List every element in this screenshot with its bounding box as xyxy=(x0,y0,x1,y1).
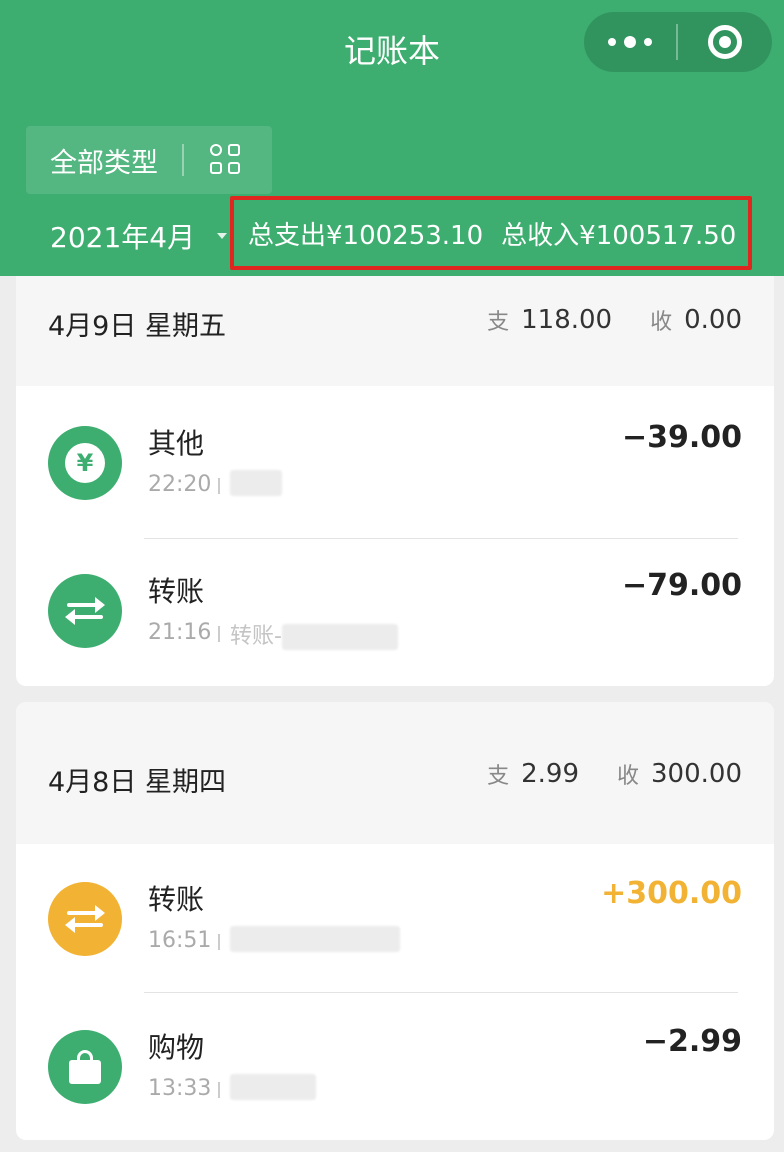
yen-icon: ¥ xyxy=(48,426,122,500)
day-income: 300.00 xyxy=(651,759,742,789)
income-tag: 收 xyxy=(617,764,640,789)
type-filter-button[interactable]: 全部类型 xyxy=(26,126,272,194)
expense-tag: 支 xyxy=(487,764,510,789)
record-amount: +300.00 xyxy=(601,876,742,911)
total-income: 总收入¥100517.50 xyxy=(501,220,737,251)
transfer-icon xyxy=(48,574,122,648)
record-category: 购物 xyxy=(148,1031,205,1064)
day-totals: 支 118.00 收 0.00 xyxy=(487,304,742,336)
record-category: 其他 xyxy=(148,427,205,460)
record-note xyxy=(230,1074,316,1104)
record-time: 21:16 xyxy=(148,620,212,645)
month-label: 2021年4月 xyxy=(50,221,196,254)
record-time: 16:51 xyxy=(148,928,212,953)
record-row[interactable]: 购物 13:33 −2.99 xyxy=(16,1002,774,1132)
month-summary: 总支出¥100253.10 总收入¥100517.50 xyxy=(230,196,752,270)
total-expense: 总支出¥100253.10 xyxy=(248,220,484,251)
miniprogram-capsule xyxy=(584,12,772,72)
record-category: 转账 xyxy=(148,883,205,916)
filter-divider xyxy=(182,144,184,176)
day-income: 0.00 xyxy=(684,305,742,335)
shopping-bag-icon xyxy=(48,1030,122,1104)
more-dots-icon xyxy=(608,38,616,46)
day-card: 4月9日 星期五 支 118.00 收 0.00 ¥ 其他 22:20 −39.… xyxy=(16,276,774,686)
record-row[interactable]: 转账 21:16 转账- −79.00 xyxy=(16,546,774,676)
record-amount: −39.00 xyxy=(621,420,742,455)
day-card: 4月8日 星期四 支 2.99 收 300.00 转账 16:51 +300.0… xyxy=(16,702,774,1140)
note-separator xyxy=(218,934,220,950)
note-separator xyxy=(218,1082,220,1098)
record-row[interactable]: ¥ 其他 22:20 −39.00 xyxy=(16,398,774,528)
record-note xyxy=(230,470,282,500)
note-separator xyxy=(218,626,220,642)
day-header: 4月8日 星期四 支 2.99 收 300.00 xyxy=(16,702,774,844)
record-note xyxy=(230,926,400,956)
row-divider xyxy=(144,992,738,993)
day-date: 4月8日 星期四 xyxy=(48,767,226,798)
day-header: 4月9日 星期五 支 118.00 收 0.00 xyxy=(16,276,774,386)
month-picker[interactable]: 2021年4月 xyxy=(50,214,228,258)
record-row[interactable]: 转账 16:51 +300.00 xyxy=(16,854,774,984)
record-time: 13:33 xyxy=(148,1076,212,1101)
type-filter-label: 全部类型 xyxy=(50,147,158,179)
more-dots-icon-center xyxy=(624,36,636,48)
day-expense: 2.99 xyxy=(521,759,579,789)
expense-tag: 支 xyxy=(487,310,510,335)
app-header: 记账本 全部类型 2021年4月 总支出¥100253.10 总收入¥10051… xyxy=(0,0,784,276)
note-separator xyxy=(218,478,220,494)
day-date: 4月9日 星期五 xyxy=(48,311,226,342)
day-expense: 118.00 xyxy=(521,305,613,335)
record-category: 转账 xyxy=(148,575,205,608)
transfer-icon xyxy=(48,882,122,956)
day-totals: 支 2.99 收 300.00 xyxy=(487,758,742,790)
more-dots-icon-right xyxy=(644,38,652,46)
record-note: 转账- xyxy=(230,618,398,650)
record-time: 22:20 xyxy=(148,472,212,497)
record-amount: −2.99 xyxy=(642,1024,742,1059)
record-note-text: 转账- xyxy=(230,624,282,649)
close-miniprogram-button[interactable] xyxy=(678,12,772,72)
income-tag: 收 xyxy=(650,310,673,335)
record-amount: −79.00 xyxy=(621,568,742,603)
caret-down-icon xyxy=(217,233,228,239)
target-icon xyxy=(708,25,742,59)
more-menu-button[interactable] xyxy=(584,12,676,72)
category-grid-icon xyxy=(210,144,242,176)
row-divider xyxy=(144,538,738,539)
